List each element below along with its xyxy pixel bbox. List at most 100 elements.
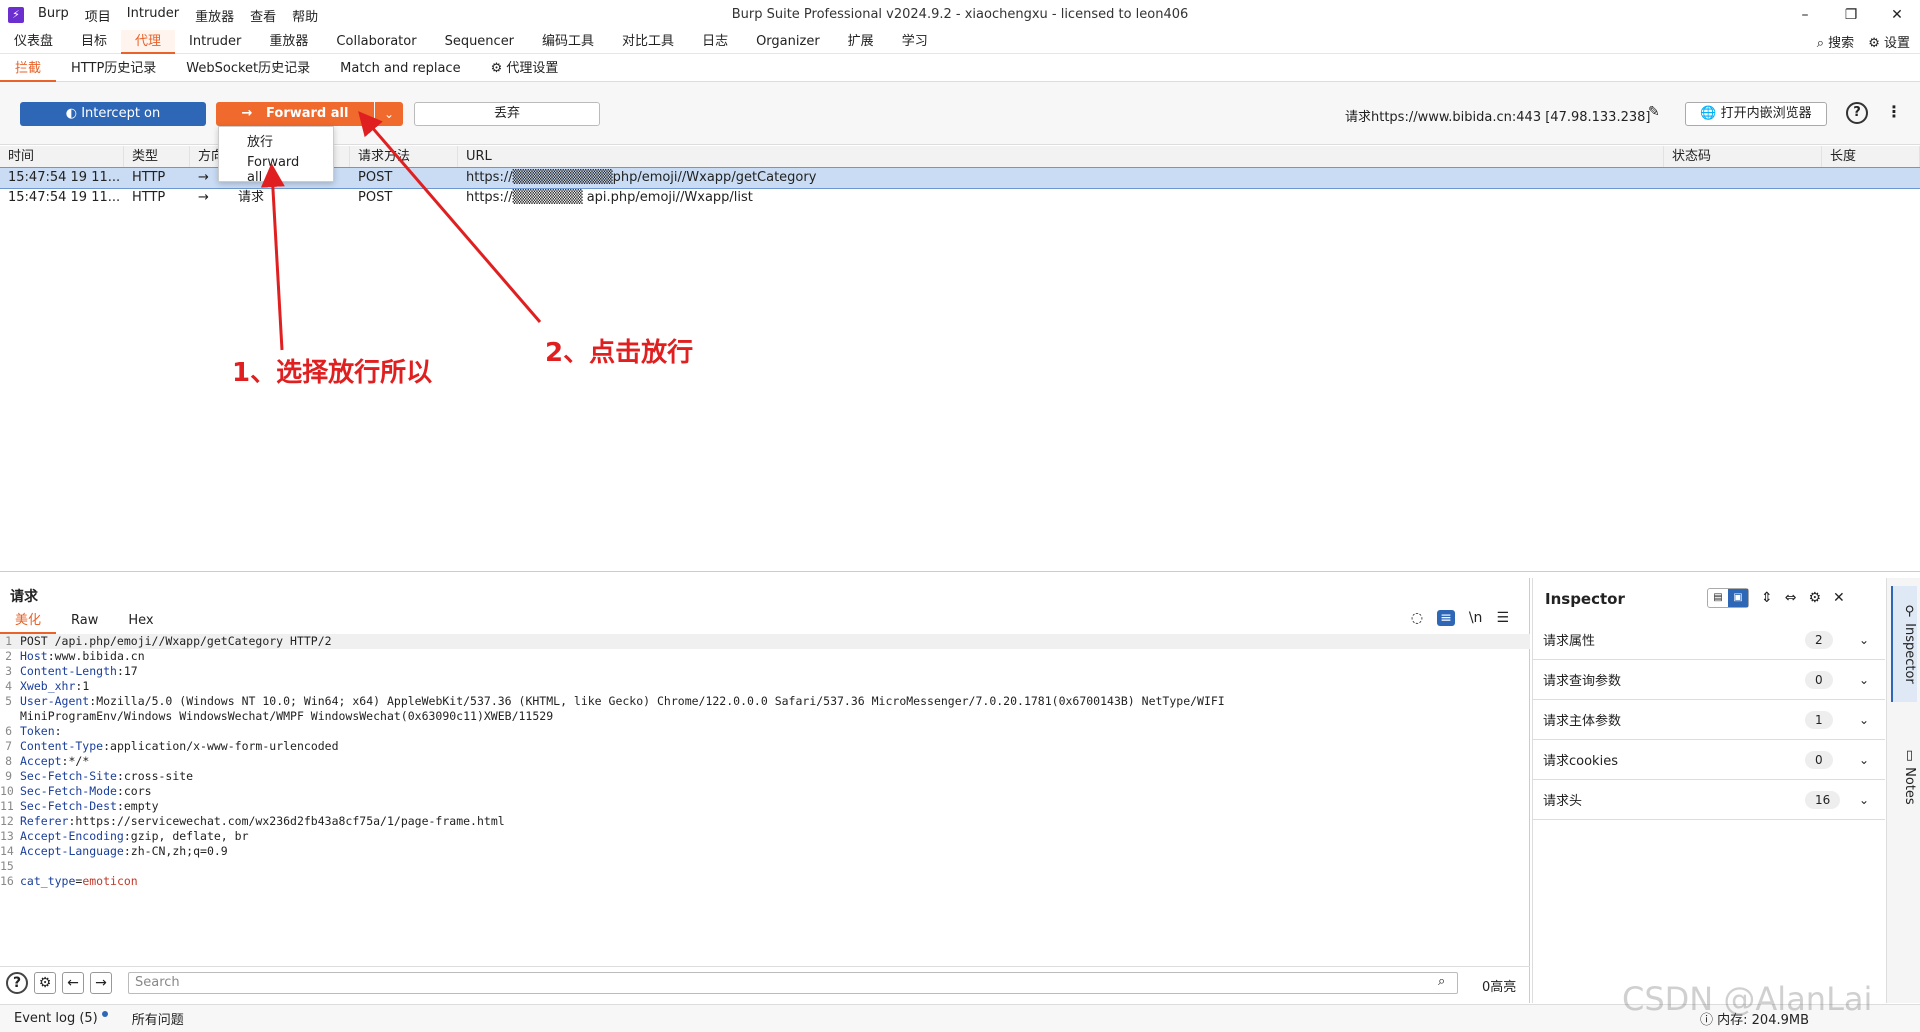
maximize-button[interactable]: ❐ [1828, 0, 1874, 30]
menu-help[interactable]: 帮助 [292, 6, 318, 25]
forward-all-button[interactable]: → Forward all [216, 102, 374, 126]
tab-raw[interactable]: Raw [56, 610, 113, 634]
col-length[interactable]: 长度 [1822, 146, 1920, 167]
close-icon[interactable]: ✕ [1833, 590, 1845, 606]
open-browser-button[interactable]: 🌐 打开内嵌浏览器 [1685, 102, 1827, 126]
side-rail: ⚲ Inspector ▯ Notes [1886, 578, 1920, 1003]
menu-item-forward[interactable]: 放行 [219, 127, 333, 151]
close-button[interactable]: ✕ [1874, 0, 1920, 30]
col-status[interactable]: 状态码 [1664, 146, 1822, 167]
subtab-intercept[interactable]: 拦截 [0, 55, 57, 82]
code-line: 2 Host: www.bibida.cn [0, 649, 1530, 664]
colon: : [123, 844, 131, 858]
layout-toggle[interactable]: ▤ ▣ [1707, 588, 1749, 608]
cell-method: POST [358, 190, 393, 205]
help-icon[interactable]: ? [6, 971, 28, 994]
col-url[interactable]: URL [458, 146, 1664, 167]
header-key: Xweb_xhr [20, 679, 76, 693]
intercept-toggle-button[interactable]: ◐ Intercept on [20, 102, 206, 126]
request-view-tools: ◌ ≡ \n ☰ [1411, 610, 1509, 626]
expand-all-icon[interactable]: ⇕ [1761, 590, 1773, 606]
colon: : [68, 814, 76, 828]
inspector-row-headers[interactable]: 请求头 16 ⌄ [1533, 780, 1885, 820]
menu-icon[interactable]: ☰ [1496, 610, 1509, 626]
wrap-lines-icon[interactable]: ≡ [1437, 610, 1455, 626]
header-key: Content-Length [20, 664, 117, 678]
tab-dashboard[interactable]: 仪表盘 [0, 30, 67, 54]
inspector-row-attributes[interactable]: 请求属性 2 ⌄ [1533, 620, 1885, 660]
tab-organizer[interactable]: Organizer [742, 30, 834, 54]
menu-project[interactable]: 项目 [85, 6, 111, 25]
subtab-websocket-history[interactable]: WebSocket历史记录 [171, 55, 325, 82]
pencil-icon[interactable]: ✎ [1648, 104, 1660, 120]
inspector-panel: Inspector ▤ ▣ ⇕ ⇔ ⚙ ✕ 请求属性 2 ⌄ 请求查询参数 0 ⌄ 请求主… [1532, 578, 1885, 1003]
forward-dropdown-menu: 放行 Forward all [218, 126, 334, 185]
code-line: 3 Content-Length: 17 [0, 664, 1530, 679]
globe-icon: 🌐 [1700, 106, 1721, 121]
tab-proxy[interactable]: 代理 [121, 29, 176, 54]
settings-label: 设置 [1883, 36, 1910, 51]
tab-collaborator[interactable]: Collaborator [322, 30, 430, 54]
tab-hex[interactable]: Hex [113, 610, 168, 634]
collapse-all-icon[interactable]: ⇔ [1785, 590, 1797, 606]
layout-list-icon[interactable]: ▤ [1708, 589, 1728, 607]
forward-dropdown-toggle[interactable]: ⌄ [375, 102, 403, 126]
search-input[interactable]: Search [128, 972, 1458, 994]
line-number: 4 [5, 679, 12, 693]
kebab-menu-icon[interactable]: ⋮ [1886, 102, 1902, 121]
tab-pretty[interactable]: 美化 [0, 610, 57, 634]
menu-burp[interactable]: Burp [38, 6, 69, 25]
minimize-button[interactable]: – [1782, 0, 1828, 30]
col-type[interactable]: 类型 [124, 146, 190, 167]
global-search[interactable]: ⌕ 搜索 [1817, 32, 1854, 51]
event-log-button[interactable]: Event log (5) [14, 1011, 108, 1026]
col-method[interactable]: 请求方法 [350, 146, 458, 167]
col-time[interactable]: 时间 [0, 146, 124, 167]
subtab-http-history[interactable]: HTTP历史记录 [56, 55, 171, 82]
menu-view[interactable]: 查看 [250, 6, 276, 25]
tab-decoder[interactable]: 编码工具 [528, 30, 608, 54]
colon: : [75, 679, 83, 693]
newline-icon[interactable]: \n [1469, 610, 1483, 626]
inspector-row-body-params[interactable]: 请求主体参数 1 ⌄ [1533, 700, 1885, 740]
gear-icon[interactable]: ⚙ [1808, 590, 1821, 606]
eye-off-icon[interactable]: ◌ [1411, 610, 1423, 626]
tab-learn[interactable]: 学习 [888, 30, 942, 54]
tab-logger[interactable]: 日志 [688, 30, 742, 54]
header-key: Accept [20, 754, 62, 768]
inspector-row-label: 请求属性 [1543, 634, 1596, 649]
tab-comparer[interactable]: 对比工具 [608, 30, 688, 54]
code-line: 7 Content-Type: application/x-www-form-ur… [0, 739, 1530, 754]
request-editor[interactable]: 1 POST /api.php/emoji//Wxapp/getCategory … [0, 634, 1530, 954]
menu-repeater[interactable]: 重放器 [195, 6, 234, 25]
request-view-tabs: 美化 Raw Hex [0, 610, 169, 634]
subtab-proxy-settings[interactable]: ⚙ 代理设置 [476, 55, 574, 82]
header-value: */* [68, 754, 90, 768]
gear-icon[interactable]: ⚙ [34, 971, 56, 994]
count-badge: 0 [1805, 750, 1833, 769]
chevron-down-icon: ⌄ [1859, 712, 1870, 727]
subtab-match-replace[interactable]: Match and replace [325, 55, 475, 82]
tab-target[interactable]: 目标 [67, 30, 121, 54]
help-icon[interactable]: ? [1846, 102, 1868, 124]
table-row[interactable]: 15:47:54 19 11... HTTP → 请求 POST https:/… [0, 188, 1920, 208]
rail-inspector-tab[interactable]: ⚲ Inspector [1891, 586, 1917, 702]
tab-extensions[interactable]: 扩展 [834, 30, 888, 54]
layout-panel-icon[interactable]: ▣ [1728, 589, 1748, 607]
menu-intruder[interactable]: Intruder [127, 6, 179, 25]
header-key: Host [20, 649, 48, 663]
tab-sequencer[interactable]: Sequencer [431, 30, 528, 54]
inspector-row-cookies[interactable]: 请求cookies 0 ⌄ [1533, 740, 1885, 780]
inspector-row-query-params[interactable]: 请求查询参数 0 ⌄ [1533, 660, 1885, 700]
global-settings[interactable]: ⚙ 设置 [1868, 32, 1910, 51]
tab-intruder[interactable]: Intruder [175, 30, 255, 54]
gear-icon: ⚙ [490, 60, 507, 76]
arrow-left-icon[interactable]: ← [62, 971, 84, 994]
drop-button[interactable]: 丢弃 [414, 102, 600, 126]
rail-notes-tab[interactable]: ▯ Notes [1891, 736, 1917, 816]
menu-item-forward-all[interactable]: Forward all [219, 151, 333, 185]
all-issues-button[interactable]: 所有问题 [132, 1009, 184, 1028]
tab-repeater[interactable]: 重放器 [255, 30, 322, 54]
arrow-right-icon[interactable]: → [90, 971, 112, 994]
cell-status [1664, 168, 1822, 188]
